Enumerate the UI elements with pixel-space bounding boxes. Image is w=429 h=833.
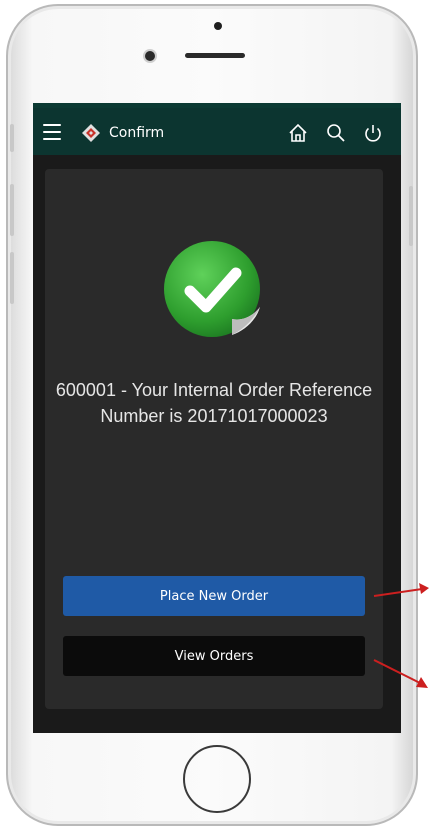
confirmation-card: 600001 - Your Internal Order Reference N… bbox=[45, 169, 383, 709]
menu-icon[interactable] bbox=[43, 124, 61, 140]
home-icon[interactable] bbox=[287, 122, 309, 144]
power-side-button bbox=[409, 186, 413, 246]
volume-down-button bbox=[10, 252, 14, 304]
volume-up-button bbox=[10, 184, 14, 236]
check-icon bbox=[164, 241, 260, 337]
page-title: Confirm bbox=[109, 125, 165, 141]
home-button[interactable] bbox=[183, 745, 251, 813]
power-icon[interactable] bbox=[362, 122, 384, 144]
order-confirmation-message: 600001 - Your Internal Order Reference N… bbox=[55, 380, 373, 426]
earpiece-speaker bbox=[185, 53, 245, 58]
stage: Confirm 600001 - Your Internal Order Ref… bbox=[0, 0, 429, 833]
place-new-order-button[interactable]: Place New Order bbox=[63, 576, 365, 616]
search-icon[interactable] bbox=[325, 122, 347, 144]
brand-logo-icon bbox=[82, 124, 100, 142]
arrow-head-1 bbox=[419, 583, 429, 594]
screen: Confirm 600001 - Your Internal Order Ref… bbox=[33, 103, 401, 733]
view-orders-button[interactable]: View Orders bbox=[63, 636, 365, 676]
front-camera bbox=[145, 51, 155, 61]
mute-switch bbox=[10, 124, 14, 152]
sensor-dot bbox=[214, 22, 222, 30]
app-header: Confirm bbox=[33, 103, 401, 155]
